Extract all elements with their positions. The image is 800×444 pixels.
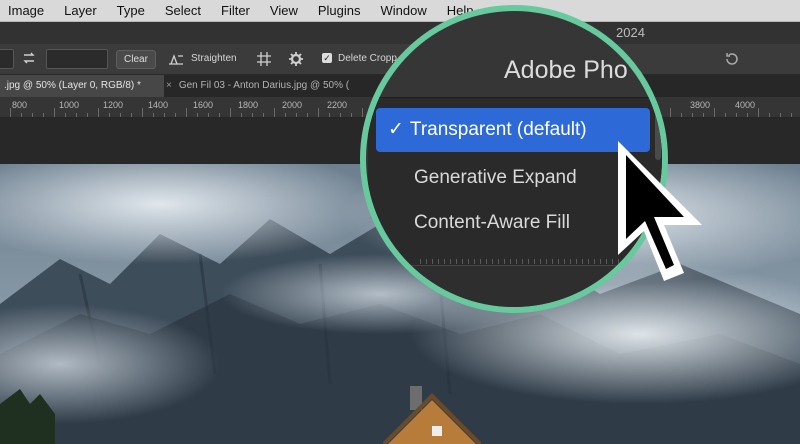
ruler-tick bbox=[736, 113, 737, 117]
ruler-tick bbox=[54, 108, 55, 117]
gear-icon[interactable] bbox=[288, 51, 304, 67]
ruler-tick bbox=[681, 113, 682, 117]
ruler-tick bbox=[362, 108, 363, 117]
ruler-tick bbox=[208, 113, 209, 117]
ruler-tick bbox=[670, 108, 671, 117]
ruler-label: 2000 bbox=[282, 100, 303, 110]
ruler-tick bbox=[747, 113, 748, 117]
app-title: Adobe Pho bbox=[504, 56, 628, 84]
ruler-tick bbox=[109, 113, 110, 117]
menu-plugins[interactable]: Plugins bbox=[318, 3, 361, 18]
straighten-icon[interactable] bbox=[168, 52, 184, 66]
menu-select[interactable]: Select bbox=[165, 3, 201, 18]
ruler-tick bbox=[252, 113, 253, 117]
ruler-tick bbox=[65, 113, 66, 117]
grid-overlay-icon[interactable] bbox=[256, 51, 272, 67]
width-field[interactable] bbox=[0, 49, 14, 69]
ruler-tick bbox=[32, 113, 33, 117]
tab-active-document[interactable]: .jpg @ 50% (Layer 0, RGB/8) * bbox=[0, 75, 164, 97]
ruler-tick bbox=[10, 108, 11, 117]
checkmark-icon: ✓ bbox=[388, 119, 404, 140]
ruler-tick bbox=[769, 113, 770, 117]
ruler-tick bbox=[87, 113, 88, 117]
ruler-tick bbox=[120, 113, 121, 117]
ruler-tick bbox=[21, 113, 22, 117]
ruler-label: 1800 bbox=[238, 100, 259, 110]
ruler-label: 800 bbox=[12, 100, 28, 110]
ruler-tick bbox=[197, 113, 198, 117]
menu-item-generative-expand[interactable]: Generative Expand bbox=[414, 167, 577, 189]
ruler-tick bbox=[274, 108, 275, 117]
ruler-tick bbox=[329, 113, 330, 117]
ruler-tick bbox=[780, 113, 781, 117]
ruler-tick bbox=[175, 113, 176, 117]
ruler-tick bbox=[692, 113, 693, 117]
ruler-label: 3800 bbox=[690, 100, 711, 110]
ruler-tick bbox=[714, 108, 715, 117]
straighten-label[interactable]: Straighten bbox=[191, 53, 237, 64]
ruler-tick bbox=[340, 113, 341, 117]
ruler-tick bbox=[725, 113, 726, 117]
menu-image[interactable]: Image bbox=[8, 3, 44, 18]
menu-type[interactable]: Type bbox=[117, 3, 145, 18]
ruler-tick bbox=[703, 113, 704, 117]
menu-filter[interactable]: Filter bbox=[221, 3, 250, 18]
ruler-tick bbox=[351, 113, 352, 117]
ruler-tick bbox=[318, 108, 319, 117]
ruler-tick bbox=[263, 113, 264, 117]
ruler-tick bbox=[43, 113, 44, 117]
ruler-tick bbox=[285, 113, 286, 117]
ruler-tick bbox=[307, 113, 308, 117]
ruler-label: 1600 bbox=[193, 100, 214, 110]
swap-icon[interactable] bbox=[22, 52, 36, 64]
delete-cropped-checkbox[interactable]: ✓ bbox=[322, 53, 332, 63]
menu-item-transparent[interactable]: ✓ Transparent (default) bbox=[376, 108, 650, 152]
ruler-tick bbox=[76, 113, 77, 117]
menu-item-transparent-label: Transparent (default) bbox=[409, 119, 587, 140]
ruler-label: 1400 bbox=[148, 100, 169, 110]
ruler-tick bbox=[164, 113, 165, 117]
ruler-tick bbox=[296, 113, 297, 117]
ruler-tick bbox=[758, 108, 759, 117]
ruler-tick bbox=[98, 108, 99, 117]
menu-layer[interactable]: Layer bbox=[64, 3, 97, 18]
height-field[interactable] bbox=[46, 49, 108, 69]
ruler-tick bbox=[791, 113, 792, 117]
ruler-label: 2200 bbox=[327, 100, 348, 110]
menu-view[interactable]: View bbox=[270, 3, 298, 18]
ruler-tick bbox=[186, 108, 187, 117]
ruler-label: 1000 bbox=[59, 100, 80, 110]
ruler-tick bbox=[230, 108, 231, 117]
ruler-tick bbox=[219, 113, 220, 117]
ruler-tick bbox=[142, 108, 143, 117]
ruler-label: 4000 bbox=[735, 100, 756, 110]
reset-icon[interactable] bbox=[724, 51, 740, 67]
menu-item-content-aware-fill[interactable]: Content-Aware Fill bbox=[414, 212, 570, 234]
ruler-label: 1200 bbox=[103, 100, 124, 110]
ruler-tick bbox=[153, 113, 154, 117]
tab-gen-fil-03-label: Gen Fil 03 - Anton Darius.jpg @ 50% ( bbox=[178, 80, 350, 91]
clear-button[interactable]: Clear bbox=[116, 50, 156, 69]
close-icon[interactable]: × bbox=[166, 80, 172, 91]
mouse-pointer-icon bbox=[618, 141, 702, 281]
ruler-tick bbox=[241, 113, 242, 117]
ruler-tick bbox=[131, 113, 132, 117]
